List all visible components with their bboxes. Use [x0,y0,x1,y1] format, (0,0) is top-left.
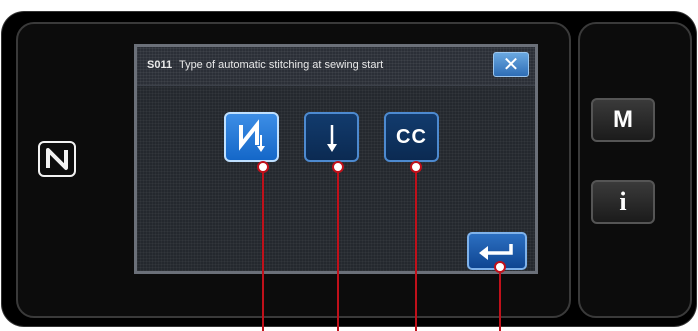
nfc-icon [38,141,76,177]
pattern-stitch-option[interactable] [224,112,279,162]
dialog-code: S011 [147,59,173,71]
close-button[interactable]: ✕ [493,52,529,77]
dialog-title-text: Type of automatic stitching at sewing st… [178,59,384,71]
pattern-stitch-icon [238,119,265,152]
enter-button[interactable] [467,232,527,270]
dialog-title-bar: S011 Type of automatic stitching at sewi… [137,47,535,86]
enter-icon [479,244,513,260]
single-stitch-option[interactable] [304,112,359,162]
cc-label: CC [396,125,427,148]
close-icon: ✕ [502,54,520,76]
side-key-frame [578,22,692,318]
down-stitch-icon [326,125,337,152]
cc-option[interactable]: CC [384,112,439,162]
mode-button[interactable]: M [591,98,655,142]
settings-dialog: S011 Type of automatic stitching at sewi… [134,44,538,274]
info-button[interactable]: i [591,180,655,224]
dialog-title: S011 Type of automatic stitching at sewi… [147,59,383,71]
